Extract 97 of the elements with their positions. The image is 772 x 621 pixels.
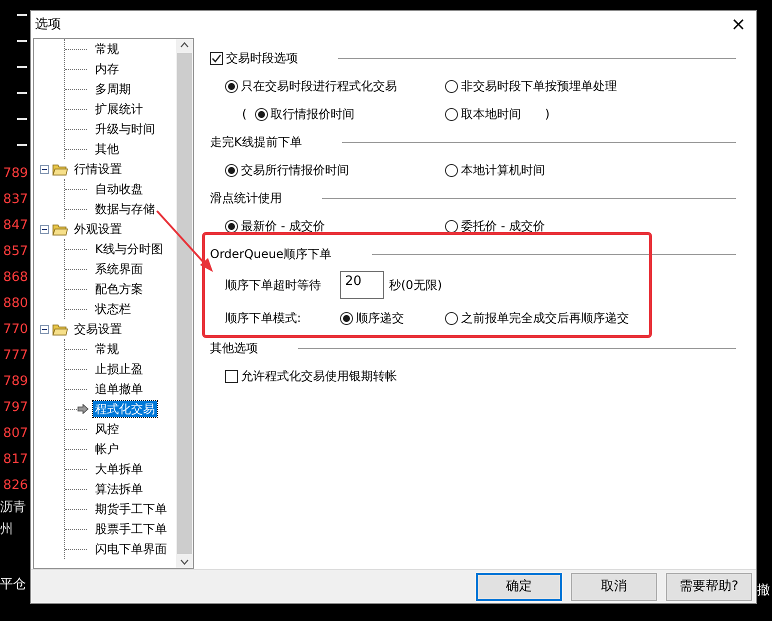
field-label: 顺序下单超时等待 bbox=[225, 277, 322, 294]
radio-icon[interactable] bbox=[445, 312, 458, 324]
tree-item[interactable]: 其他 bbox=[93, 141, 121, 157]
dialog-button[interactable]: 需要帮助? bbox=[666, 572, 752, 600]
radio-icon[interactable] bbox=[225, 80, 238, 92]
radio-icon[interactable] bbox=[254, 108, 268, 120]
section-heading: 滑点统计使用 bbox=[210, 190, 282, 207]
tree-item[interactable]: 升级与时间 bbox=[93, 121, 157, 137]
tree-item[interactable]: 外观设置 bbox=[72, 221, 124, 237]
radio-button[interactable]: 最新价 - 成交价 bbox=[225, 217, 325, 235]
tree-item[interactable]: 常规 bbox=[93, 341, 121, 357]
radio-icon[interactable] bbox=[445, 108, 458, 120]
check-icon bbox=[211, 52, 222, 64]
arrow-icon bbox=[77, 404, 89, 414]
tree-item[interactable]: 内存 bbox=[93, 61, 121, 77]
instrument-text: 州 bbox=[0, 522, 13, 538]
price-text: 826 bbox=[3, 478, 28, 494]
scrollbar[interactable] bbox=[176, 39, 193, 568]
checkbox-icon[interactable] bbox=[225, 370, 238, 382]
tree-item[interactable]: K线与分时图 bbox=[93, 241, 165, 257]
price-text: 789 bbox=[3, 166, 28, 182]
price-text: 868 bbox=[3, 270, 28, 286]
tree-item[interactable]: 大单拆单 bbox=[93, 461, 145, 477]
section-heading: 其他选项 bbox=[210, 340, 258, 357]
tree-item[interactable]: 追单撤单 bbox=[93, 381, 145, 397]
checkbox-icon[interactable] bbox=[210, 52, 223, 64]
folder-icon bbox=[52, 322, 68, 336]
close-button[interactable]: × bbox=[726, 16, 750, 34]
checkbox[interactable]: 允许程式化交易使用银期转帐 bbox=[225, 367, 397, 385]
dialog-button[interactable]: 确定 bbox=[476, 572, 562, 600]
dialog-button[interactable]: 取消 bbox=[571, 572, 657, 600]
radio-icon[interactable] bbox=[445, 164, 458, 176]
section-heading: 走完K线提前下单 bbox=[210, 134, 302, 151]
tree-item[interactable]: 帐户 bbox=[93, 441, 121, 457]
tree-item[interactable]: 状态栏 bbox=[93, 301, 133, 317]
price-text: 789 bbox=[3, 374, 28, 390]
tree-item[interactable]: 闪电下单界面 bbox=[93, 541, 169, 557]
price-text: 857 bbox=[3, 244, 28, 260]
tree-item[interactable]: 期货手工下单 bbox=[93, 501, 169, 517]
dash-mark bbox=[17, 66, 27, 68]
field-label: 顺序下单模式: bbox=[225, 310, 302, 327]
tree-item[interactable]: 风控 bbox=[93, 421, 121, 437]
dash-mark bbox=[17, 14, 27, 16]
dash-mark bbox=[17, 118, 27, 120]
tree-item[interactable]: 股票手工下单 bbox=[93, 521, 169, 537]
folder-icon bbox=[52, 222, 68, 236]
section-heading: OrderQueue顺序下单 bbox=[210, 246, 332, 263]
radio-button[interactable]: 本地计算机时间 bbox=[445, 161, 545, 179]
radio-button[interactable]: 取行情报价时间 bbox=[254, 105, 355, 123]
price-text: 847 bbox=[3, 218, 28, 234]
radio-button[interactable]: 只在交易时段进行程式化交易 bbox=[225, 77, 397, 95]
radio-icon[interactable] bbox=[225, 220, 238, 232]
radio-button[interactable]: 非交易时段下单按预埋单处理 bbox=[445, 77, 617, 95]
dash-mark bbox=[17, 92, 27, 94]
window-title: 选项 bbox=[35, 16, 61, 34]
tree-item[interactable]: 自动收盘 bbox=[93, 181, 145, 197]
radio-button[interactable]: 取本地时间 bbox=[445, 105, 521, 123]
bracket-text: ( bbox=[242, 106, 247, 123]
tree-item[interactable]: 系统界面 bbox=[93, 261, 145, 277]
price-text: 837 bbox=[3, 192, 28, 208]
tree-item[interactable]: 配色方案 bbox=[93, 281, 145, 297]
price-text: 770 bbox=[3, 322, 28, 338]
tree-item[interactable]: 交易设置 bbox=[72, 321, 124, 337]
timeout-input[interactable]: 20 bbox=[340, 271, 384, 299]
radio-icon[interactable] bbox=[445, 80, 458, 92]
tree-item[interactable]: 扩展统计 bbox=[93, 101, 145, 117]
radio-button[interactable]: 顺序递交 bbox=[340, 309, 445, 327]
folder-icon bbox=[52, 162, 68, 176]
radio-button[interactable]: 之前报单完全成交后再顺序递交 bbox=[445, 309, 629, 327]
price-text: 807 bbox=[3, 426, 28, 442]
radio-button[interactable]: 委托价 - 成交价 bbox=[445, 217, 545, 235]
collapse-icon[interactable] bbox=[40, 324, 49, 334]
checkbox[interactable]: 交易时段选项 bbox=[210, 49, 298, 67]
collapse-icon[interactable] bbox=[40, 164, 49, 174]
tree-item[interactable]: 多周期 bbox=[93, 81, 133, 97]
tree-item[interactable]: 止损止盈 bbox=[93, 361, 145, 377]
bracket-text: ) bbox=[545, 106, 550, 123]
price-text: 797 bbox=[3, 400, 28, 416]
radio-icon[interactable] bbox=[340, 312, 353, 324]
tree-item[interactable]: 行情设置 bbox=[72, 161, 124, 177]
tree-item[interactable]: 程式化交易 bbox=[93, 401, 157, 417]
radio-icon[interactable] bbox=[445, 220, 458, 232]
tree-item[interactable]: 算法拆单 bbox=[93, 481, 145, 497]
price-text: 777 bbox=[3, 348, 28, 364]
instrument-text: 沥青 bbox=[0, 500, 26, 516]
price-text: 817 bbox=[3, 452, 28, 468]
unit-text: 秒(0无限) bbox=[389, 277, 442, 294]
tree-item[interactable]: 数据与存储 bbox=[93, 201, 157, 217]
radio-button[interactable]: 交易所行情报价时间 bbox=[225, 161, 349, 179]
price-text: 880 bbox=[3, 296, 28, 312]
dash-mark bbox=[17, 40, 27, 42]
tree-item[interactable]: 常规 bbox=[93, 41, 121, 57]
column-text: 撤 bbox=[757, 583, 771, 599]
column-text: 平仓 bbox=[0, 577, 26, 593]
dash-mark bbox=[17, 144, 27, 146]
radio-icon[interactable] bbox=[225, 164, 238, 176]
collapse-icon[interactable] bbox=[40, 224, 49, 234]
